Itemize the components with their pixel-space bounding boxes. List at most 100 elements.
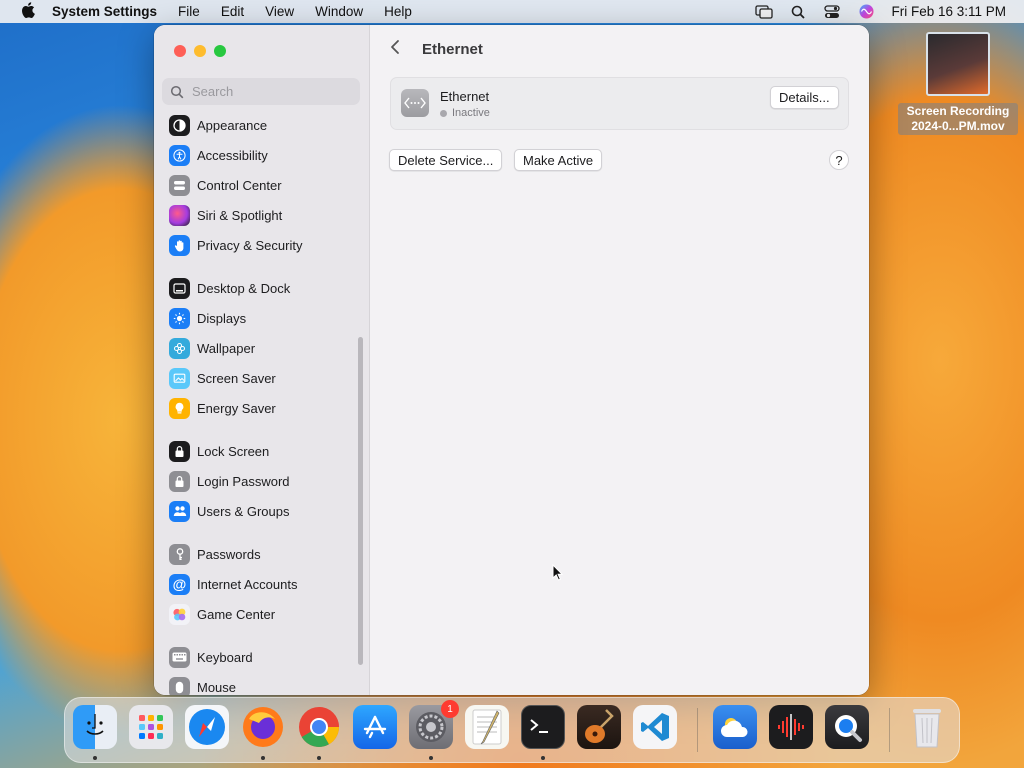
sidebar-item-keyboard[interactable]: Keyboard xyxy=(169,644,354,670)
launchpad-icon[interactable] xyxy=(129,705,173,749)
menu-edit[interactable]: Edit xyxy=(221,4,244,19)
textedit-icon[interactable] xyxy=(465,705,509,749)
sidebar-item-internet-accounts[interactable]: @ Internet Accounts xyxy=(169,571,354,597)
menu-clock[interactable]: Fri Feb 16 3:11 PM xyxy=(891,4,1006,19)
menu-window[interactable]: Window xyxy=(315,4,363,19)
safari-icon[interactable] xyxy=(185,705,229,749)
dock-separator xyxy=(697,708,698,752)
sun-icon xyxy=(169,307,190,329)
window-controls xyxy=(174,45,226,57)
minimize-window-button[interactable] xyxy=(194,45,206,57)
system-settings-icon[interactable]: 1 xyxy=(409,700,459,749)
users-icon xyxy=(169,500,190,522)
appearance-icon xyxy=(169,114,190,136)
video-thumbnail-icon xyxy=(926,32,990,96)
voice-memos-icon[interactable] xyxy=(769,705,813,749)
sidebar-item-control-center[interactable]: Control Center xyxy=(169,172,354,198)
sidebar-item-users-groups[interactable]: Users & Groups xyxy=(169,498,354,524)
screen-mirroring-icon[interactable] xyxy=(755,4,774,19)
sidebar-item-wallpaper[interactable]: Wallpaper xyxy=(169,335,354,361)
menu-app-name[interactable]: System Settings xyxy=(52,4,157,19)
sidebar-item-passwords[interactable]: Passwords xyxy=(169,541,354,567)
spotlight-search-icon[interactable] xyxy=(789,5,807,19)
sidebar-item-label: Game Center xyxy=(197,606,276,622)
key-icon xyxy=(169,543,190,565)
control-center-icon[interactable] xyxy=(823,4,841,19)
service-status: Inactive xyxy=(440,107,490,119)
sidebar-item-label: Login Password xyxy=(197,473,290,489)
sidebar-item-label: Appearance xyxy=(197,117,268,133)
sidebar-item-label: Desktop & Dock xyxy=(197,280,291,296)
vscode-icon[interactable] xyxy=(633,705,677,749)
running-indicator xyxy=(317,756,321,760)
sidebar-item-screen-saver[interactable]: Screen Saver xyxy=(169,365,354,391)
toolbar: Ethernet xyxy=(390,39,483,60)
sidebar-item-label: Lock Screen xyxy=(197,443,270,459)
system-settings-window: Appearance Accessibility Control Center … xyxy=(154,25,869,695)
garageband-icon[interactable] xyxy=(577,705,621,749)
sidebar-item-label: Passwords xyxy=(197,546,261,562)
sidebar-item-label: Keyboard xyxy=(197,649,253,665)
firefox-icon[interactable] xyxy=(241,705,285,749)
back-chevron-icon[interactable] xyxy=(390,39,404,60)
search-input[interactable] xyxy=(190,83,354,100)
sidebar-item-siri-spotlight[interactable]: Siri & Spotlight xyxy=(169,202,354,228)
dock-icon xyxy=(169,277,190,299)
sidebar-item-label: Mouse xyxy=(197,679,237,695)
dock: 1 xyxy=(64,697,960,763)
menu-bar: System Settings File Edit View Window He… xyxy=(0,0,1024,23)
close-window-button[interactable] xyxy=(174,45,186,57)
sidebar-item-login-password[interactable]: Login Password xyxy=(169,468,354,494)
sidebar-item-privacy-security[interactable]: Privacy & Security xyxy=(169,232,354,258)
delete-service-button[interactable]: Delete Service... xyxy=(389,149,503,171)
sidebar-item-label: Screen Saver xyxy=(197,370,276,386)
sidebar-item-appearance[interactable]: Appearance xyxy=(169,112,354,138)
sidebar-item-game-center[interactable]: Game Center xyxy=(169,601,354,627)
menu-file[interactable]: File xyxy=(178,4,200,19)
lock-icon xyxy=(169,470,190,492)
sidebar-item-lock-screen[interactable]: Lock Screen xyxy=(169,438,354,464)
trash-icon[interactable] xyxy=(905,705,949,749)
screen-saver-icon xyxy=(169,367,190,389)
notification-badge: 1 xyxy=(441,700,459,718)
sidebar-item-label: Energy Saver xyxy=(197,400,276,416)
menu-view[interactable]: View xyxy=(265,4,294,19)
finder-icon[interactable] xyxy=(73,705,117,749)
help-button[interactable]: ? xyxy=(829,150,849,170)
service-status-text: Inactive xyxy=(452,107,490,119)
quicktime-icon[interactable] xyxy=(825,705,869,749)
sidebar-item-energy-saver[interactable]: Energy Saver xyxy=(169,395,354,421)
accessibility-icon xyxy=(169,144,190,166)
sidebar-item-label: Control Center xyxy=(197,177,282,193)
sidebar-item-label: Internet Accounts xyxy=(197,576,298,592)
mouse-cursor-icon xyxy=(552,563,564,582)
sidebar-scrollbar[interactable] xyxy=(358,337,363,665)
zoom-window-button[interactable] xyxy=(214,45,226,57)
status-dot-icon xyxy=(440,109,447,117)
game-center-icon xyxy=(169,603,190,625)
weather-icon[interactable] xyxy=(713,705,757,749)
search-icon xyxy=(170,85,184,99)
siri-icon xyxy=(169,204,190,226)
search-field[interactable] xyxy=(162,78,360,105)
main-pane: Ethernet Ethernet Inactive Details... De… xyxy=(370,25,869,695)
mouse-icon xyxy=(169,676,190,695)
make-active-button[interactable]: Make Active xyxy=(514,149,603,171)
desktop-file-label: Screen Recording 2024-0...PM.mov xyxy=(898,103,1018,135)
siri-icon[interactable] xyxy=(857,4,875,19)
ethernet-service-card: Ethernet Inactive Details... xyxy=(390,77,849,130)
sidebar-item-label: Privacy & Security xyxy=(197,237,303,253)
sidebar-item-mouse[interactable]: Mouse xyxy=(169,674,354,695)
sidebar-item-label: Users & Groups xyxy=(197,503,290,519)
sidebar-item-accessibility[interactable]: Accessibility xyxy=(169,142,354,168)
sidebar-item-desktop-dock[interactable]: Desktop & Dock xyxy=(169,275,354,301)
apple-menu-icon[interactable] xyxy=(18,1,38,22)
details-button[interactable]: Details... xyxy=(770,86,839,109)
chrome-icon[interactable] xyxy=(297,705,341,749)
running-indicator xyxy=(93,756,97,760)
app-store-icon[interactable] xyxy=(353,705,397,749)
terminal-icon[interactable] xyxy=(521,705,565,749)
sidebar-item-displays[interactable]: Displays xyxy=(169,305,354,331)
menu-help[interactable]: Help xyxy=(384,4,412,19)
sidebar-item-label: Displays xyxy=(197,310,247,326)
